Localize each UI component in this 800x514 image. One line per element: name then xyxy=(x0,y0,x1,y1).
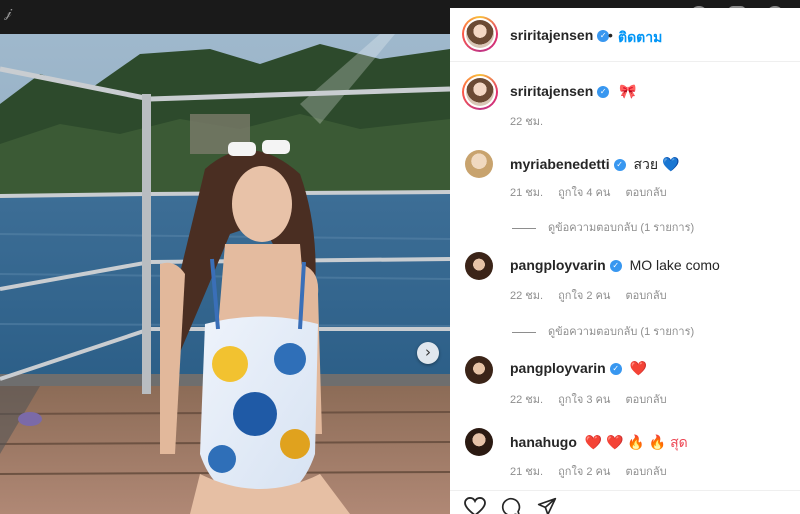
comment-username[interactable]: hanahugo xyxy=(510,434,577,450)
comment-avatar[interactable] xyxy=(465,428,493,456)
replies-dash xyxy=(512,227,536,229)
comment-line: pangployvarin ✓ MO lake como xyxy=(510,257,720,273)
app-logo-fragment: 𝒿 xyxy=(4,4,12,20)
comment-likes[interactable]: ถูกใจ 2 คน xyxy=(558,290,610,302)
separator-dot: • xyxy=(608,27,613,43)
comment-likes[interactable]: ถูกใจ 4 คน xyxy=(558,187,610,199)
comment-text: MO lake como xyxy=(629,257,720,273)
comment-bubble-icon[interactable] xyxy=(500,497,522,514)
view-replies-button[interactable]: ดูข้อความตอบกลับ (1 รายการ) xyxy=(512,218,694,236)
comment-username[interactable]: myriabenedetti xyxy=(510,156,610,172)
comment-meta: 21 ชม. ถูกใจ 4 คน ตอบกลับ xyxy=(510,183,679,201)
reply-button[interactable]: ตอบกลับ xyxy=(625,290,666,302)
reply-button[interactable]: ตอบกลับ xyxy=(625,394,666,406)
replies-dash xyxy=(512,331,536,333)
reply-button[interactable]: ตอบกลับ xyxy=(625,466,666,478)
comment-likes[interactable]: ถูกใจ 3 คน xyxy=(558,394,610,406)
verified-badge-icon: ✓ xyxy=(597,86,610,99)
verified-badge-icon: ✓ xyxy=(609,363,622,376)
chevron-right-icon: › xyxy=(425,343,431,361)
author-username[interactable]: sriritajensen ✓ xyxy=(510,27,610,43)
caption-line: sriritajensen ✓ 🎀 xyxy=(510,83,637,100)
comment-meta: 22 ชม. ถูกใจ 3 คน ตอบกลับ xyxy=(510,390,679,408)
verified-badge-icon: ✓ xyxy=(609,260,622,273)
follow-button[interactable]: ติดตาม xyxy=(618,27,662,49)
paper-plane-icon[interactable] xyxy=(536,497,558,514)
comment-time[interactable]: 22 ชม. xyxy=(510,394,543,406)
caption-text: 🎀 xyxy=(619,83,637,99)
post-details-panel: sriritajensen ✓ • ติดตาม sriritajensen ✓ 🎀… xyxy=(450,8,800,514)
comment-username[interactable]: pangployvarin xyxy=(510,360,606,376)
post-photo[interactable]: › xyxy=(0,34,450,514)
comment-avatar[interactable] xyxy=(465,356,493,384)
comment-text: ❤️ xyxy=(629,360,648,376)
caption-username[interactable]: sriritajensen xyxy=(510,83,593,99)
caption-time[interactable]: 22 ชม. xyxy=(510,116,543,128)
comment-meta: 22 ชม. ถูกใจ 2 คน ตอบกลับ xyxy=(510,286,679,304)
reply-button[interactable]: ตอบกลับ xyxy=(625,187,666,199)
comment-avatar[interactable] xyxy=(465,150,493,178)
view-replies-button[interactable]: ดูข้อความตอบกลับ (1 รายการ) xyxy=(512,322,694,340)
comment-likes[interactable]: ถูกใจ 2 คน xyxy=(558,466,610,478)
comment-avatar[interactable] xyxy=(465,252,493,280)
next-photo-button[interactable]: › xyxy=(417,342,439,364)
comment-text: ❤️ ❤️ 🔥 🔥 สุด xyxy=(584,434,688,450)
comment-line: hanahugo ❤️ ❤️ 🔥 🔥 สุด xyxy=(510,432,688,454)
lake-como-photo xyxy=(0,34,450,514)
post-action-bar xyxy=(450,490,800,514)
caption-avatar[interactable] xyxy=(462,74,498,110)
heart-outline-icon[interactable] xyxy=(464,497,486,514)
verified-badge-icon: ✓ xyxy=(613,159,626,172)
comment-time[interactable]: 21 ชม. xyxy=(510,466,543,478)
comment-line: pangployvarin ✓ ❤️ xyxy=(510,360,647,377)
author-avatar[interactable] xyxy=(462,16,498,52)
post-header: sriritajensen ✓ • ติดตาม xyxy=(450,8,800,62)
comment-username[interactable]: pangployvarin xyxy=(510,257,606,273)
comment-line: myriabenedetti ✓ สวย 💙 xyxy=(510,154,679,176)
comment-time[interactable]: 21 ชม. xyxy=(510,187,543,199)
caption-meta: 22 ชม. xyxy=(510,112,555,130)
comment-time[interactable]: 22 ชม. xyxy=(510,290,543,302)
comment-meta: 21 ชม. ถูกใจ 2 คน ตอบกลับ xyxy=(510,462,679,480)
comment-text: สวย 💙 xyxy=(633,156,680,172)
